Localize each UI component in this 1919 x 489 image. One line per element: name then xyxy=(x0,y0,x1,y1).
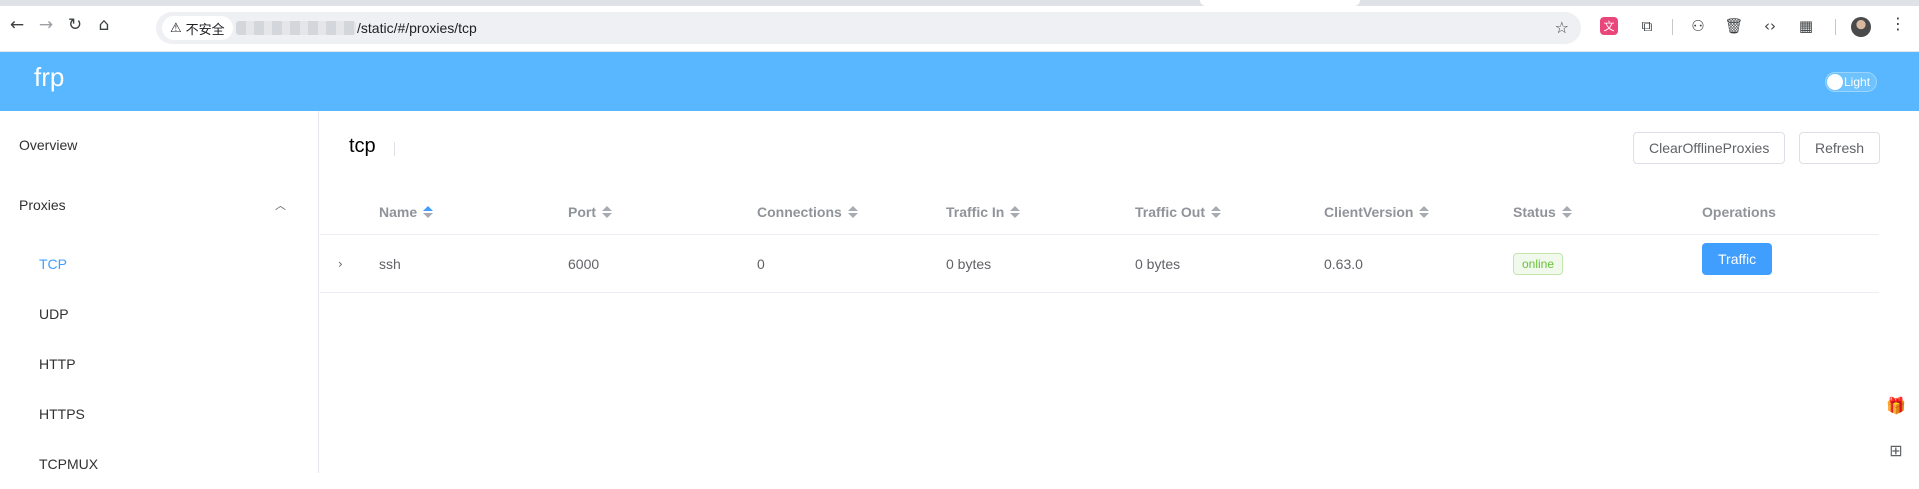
app-header: frp Light xyxy=(0,52,1919,111)
security-chip[interactable]: ⚠ 不安全 xyxy=(162,16,233,40)
extension-translate-icon[interactable]: 文 xyxy=(1600,17,1618,35)
address-bar[interactable]: ⚠ 不安全 /static/#/proxies/tcp ☆ xyxy=(156,12,1581,44)
sidebar-item-label: TCP xyxy=(39,256,67,272)
incognito-icon[interactable]: ⚇ xyxy=(1687,15,1709,37)
home-icon[interactable]: ⌂ xyxy=(93,14,115,36)
column-label: Connections xyxy=(757,203,842,220)
cell-status: online xyxy=(1513,235,1564,293)
sort-icon[interactable] xyxy=(423,205,434,218)
sort-icon[interactable] xyxy=(847,205,858,218)
cell-client-version: 0.63.0 xyxy=(1324,256,1363,272)
sidebar-item-proxies[interactable]: Proxies ︿ xyxy=(0,180,318,230)
cell-port: 6000 xyxy=(568,256,600,272)
page-title: tcp xyxy=(349,135,376,157)
menu-kebab-icon[interactable]: ⋮ xyxy=(1890,14,1906,33)
reload-icon[interactable]: ↻ xyxy=(64,14,86,36)
sidebar-item-udp[interactable]: UDP xyxy=(0,289,318,339)
column-label: ClientVersion xyxy=(1324,203,1414,220)
sidebar-item-label: TCPMUX xyxy=(39,456,99,472)
cell-connections: 0 xyxy=(757,256,765,272)
sidebar-item-tcpmux[interactable]: TCPMUX xyxy=(0,439,318,489)
refresh-button[interactable]: Refresh xyxy=(1799,132,1881,164)
toolbar-separator xyxy=(1835,19,1836,35)
column-header-connections[interactable]: Connections xyxy=(757,188,858,235)
sort-icon[interactable] xyxy=(1419,205,1430,218)
back-arrow-icon[interactable]: ← xyxy=(6,14,28,36)
sidebar-item-overview[interactable]: Overview xyxy=(0,120,318,170)
sort-icon[interactable] xyxy=(1561,205,1572,218)
code-icon[interactable]: ‹› xyxy=(1759,15,1781,37)
sidebar-item-tcp[interactable]: TCP xyxy=(0,239,318,289)
blurred-host xyxy=(236,21,356,35)
column-header-traffic-in[interactable]: Traffic In xyxy=(946,188,1021,235)
column-label: Name xyxy=(379,203,418,220)
trash-icon[interactable]: 🗑 xyxy=(1723,15,1745,37)
status-badge: online xyxy=(1513,253,1564,275)
sidebar-item-http[interactable]: HTTP xyxy=(0,339,318,389)
column-header-name[interactable]: Name xyxy=(379,188,434,235)
cell-traffic-out: 0 bytes xyxy=(1135,256,1181,272)
toggle-knob xyxy=(1827,74,1843,90)
warning-triangle-icon: ⚠ xyxy=(170,20,182,36)
brand-logo[interactable]: frp xyxy=(34,62,64,93)
toolbar-separator xyxy=(1672,19,1673,35)
profile-avatar[interactable] xyxy=(1851,17,1871,37)
extensions-puzzle-icon[interactable]: ⧉ xyxy=(1636,15,1658,37)
theme-label: Light xyxy=(1844,75,1871,89)
title-divider xyxy=(394,142,395,156)
chevron-up-icon: ︿ xyxy=(275,199,286,212)
security-label: 不安全 xyxy=(185,21,225,37)
main-content: tcp ClearOfflineProxies Refresh Name Por… xyxy=(320,111,1919,473)
sidebar: Overview Proxies ︿ TCP UDP HTTP HTTPS TC… xyxy=(0,111,319,473)
clear-offline-proxies-button[interactable]: ClearOfflineProxies xyxy=(1633,132,1786,164)
url-path[interactable]: /static/#/proxies/tcp xyxy=(357,20,477,36)
sidebar-item-label: Overview xyxy=(19,137,78,153)
sort-icon[interactable] xyxy=(602,205,612,218)
tab-strip xyxy=(0,0,1919,6)
traffic-button[interactable]: Traffic xyxy=(1702,243,1773,275)
expand-row-icon[interactable]: › xyxy=(338,235,343,293)
column-header-port[interactable]: Port xyxy=(568,188,612,235)
browser-toolbar: ← → ↻ ⌂ ⚠ 不安全 /static/#/proxies/tcp ☆ 文 … xyxy=(0,0,1919,52)
cell-traffic-in: 0 bytes xyxy=(946,256,992,272)
column-label: Status xyxy=(1513,203,1556,220)
column-header-status[interactable]: Status xyxy=(1513,188,1572,235)
column-label: Port xyxy=(568,203,596,220)
column-label: Operations xyxy=(1702,203,1776,220)
proxies-table: Name Port Connections Traffic In Traffic… xyxy=(320,188,1879,293)
sidebar-item-https[interactable]: HTTPS xyxy=(0,389,318,439)
forward-arrow-icon[interactable]: → xyxy=(35,14,57,36)
sidebar-item-label: HTTP xyxy=(39,356,76,372)
sidebar-item-label: UDP xyxy=(39,306,69,322)
column-header-traffic-out[interactable]: Traffic Out xyxy=(1135,188,1222,235)
column-label: Traffic Out xyxy=(1135,203,1206,220)
cell-operations: Traffic xyxy=(1702,235,1822,293)
sort-icon[interactable] xyxy=(1211,205,1222,218)
sort-icon[interactable] xyxy=(1010,205,1021,218)
sidebar-item-label: HTTPS xyxy=(39,406,85,422)
table-row[interactable]: › ssh 6000 0 0 bytes 0 bytes 0.63.0 onli… xyxy=(320,235,1879,293)
column-header-client-version[interactable]: ClientVersion xyxy=(1324,188,1430,235)
cell-name: ssh xyxy=(379,256,401,272)
column-header-operations: Operations xyxy=(1702,188,1776,235)
table-header: Name Port Connections Traffic In Traffic… xyxy=(320,188,1879,235)
column-label: Traffic In xyxy=(946,203,1005,220)
bookmark-star-icon[interactable]: ☆ xyxy=(1555,18,1569,37)
theme-toggle[interactable]: Light xyxy=(1825,72,1877,92)
active-tab[interactable] xyxy=(1200,0,1360,6)
apps-grid-icon[interactable]: ⊞ xyxy=(1886,440,1906,460)
gift-icon[interactable]: 🎁 xyxy=(1886,395,1906,415)
sidebar-item-label: Proxies xyxy=(19,197,66,213)
layout-icon[interactable]: ▦ xyxy=(1795,15,1817,37)
